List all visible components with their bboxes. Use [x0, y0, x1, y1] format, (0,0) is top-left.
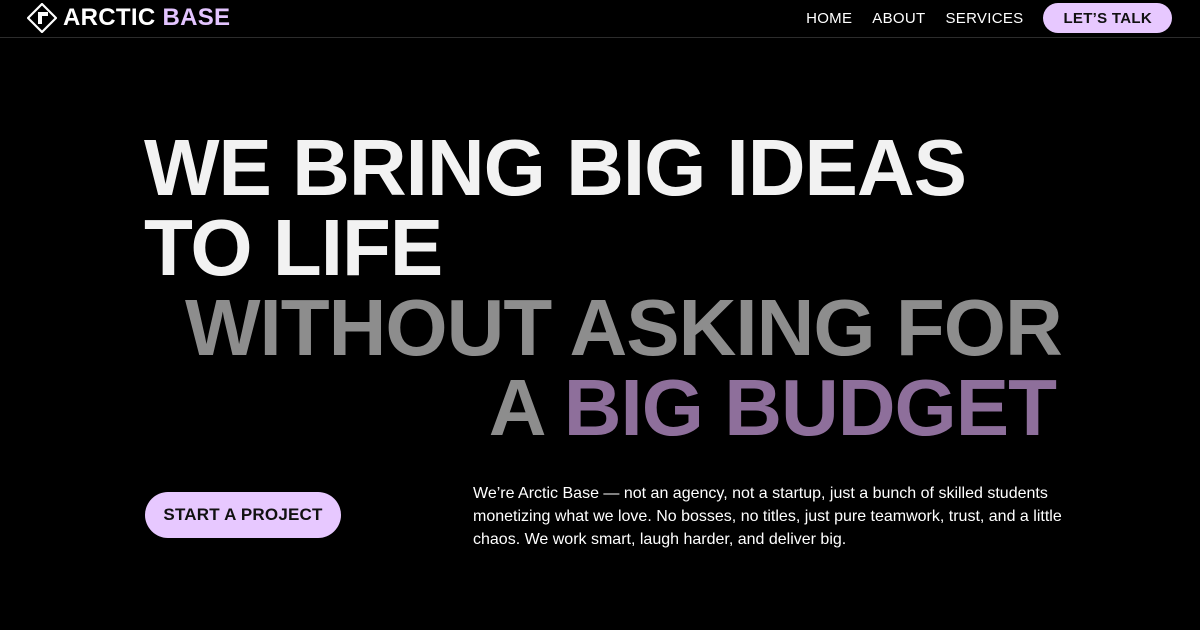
hero-line-4-prefix: A [488, 363, 564, 452]
brand-name: ARCTIC BASE [63, 3, 230, 33]
arctic-base-logo-icon [27, 3, 57, 33]
hero-line-4: A BIG BUDGET [489, 368, 1057, 448]
site-header: ARCTIC BASE HOME ABOUT SERVICES LET’S TA… [0, 0, 1200, 38]
nav-item-about[interactable]: ABOUT [872, 10, 925, 27]
nav-item-services[interactable]: SERVICES [945, 10, 1023, 27]
landing-page: ARCTIC BASE HOME ABOUT SERVICES LET’S TA… [0, 0, 1200, 630]
brand-logo-link[interactable]: ARCTIC BASE [27, 3, 230, 33]
hero-line-1: WE BRING BIG IDEAS [144, 123, 967, 212]
main-nav: HOME ABOUT SERVICES LET’S TALK [806, 3, 1172, 33]
hero-line-3: WITHOUT ASKING FOR [185, 283, 1063, 372]
start-project-button[interactable]: START A PROJECT [145, 492, 341, 538]
hero-line-2: TO LIFE [144, 203, 443, 292]
intro-paragraph: We’re Arctic Base — not an agency, not a… [473, 485, 1062, 548]
brand-name-part2: BASE [162, 4, 231, 31]
brand-name-part1: ARCTIC [63, 4, 156, 31]
nav-item-home[interactable]: HOME [806, 10, 852, 27]
lets-talk-button[interactable]: LET’S TALK [1043, 3, 1172, 33]
hero-accent-text: BIG BUDGET [563, 363, 1057, 452]
